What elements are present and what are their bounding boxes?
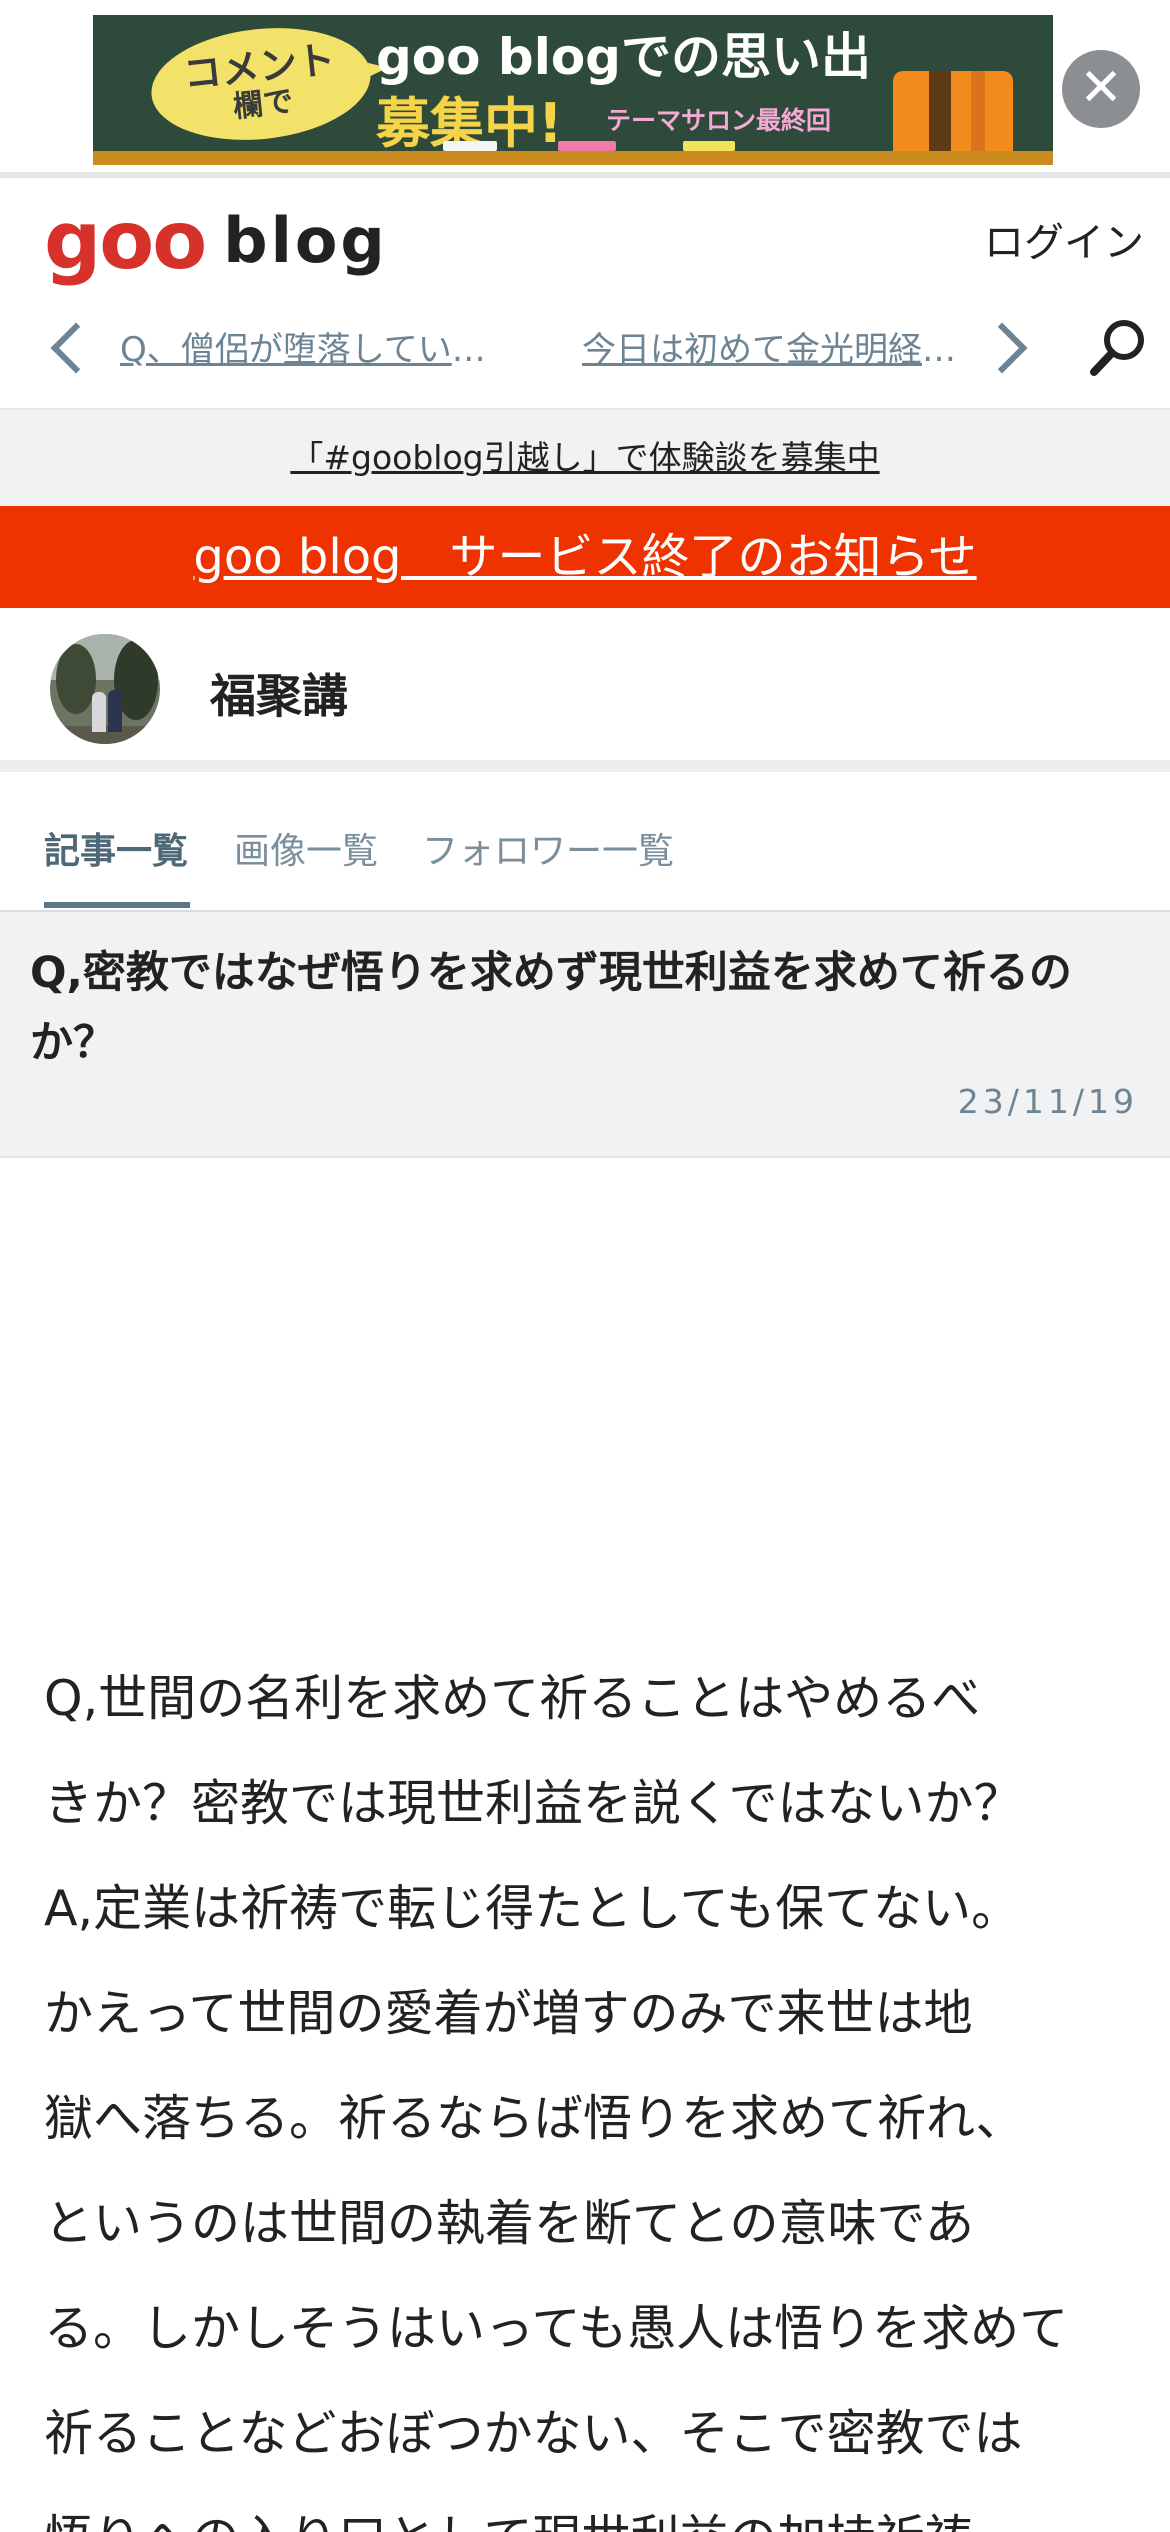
service-end-notice: goo blog サービス終了のお知らせ	[0, 506, 1170, 608]
article-title: Q,密教ではなぜ悟りを求めず現世利益を求めて祈るのか？	[30, 948, 1072, 1068]
blog-profile: 福聚講	[0, 608, 1170, 772]
active-tab-indicator	[44, 902, 190, 908]
chevron-right-icon[interactable]	[976, 322, 1028, 374]
article-line: というのは世間の執着を断てとの意味であ	[44, 2195, 975, 2252]
service-end-notice-link[interactable]: goo blog サービス終了のお知らせ	[193, 529, 976, 585]
chevron-left-icon[interactable]	[50, 322, 102, 374]
article-body: Q,世間の名利を求めて祈ることはやめるべ きか？密教では現世利益を説くではないか…	[44, 1646, 1144, 2532]
login-link[interactable]: ログイン	[984, 210, 1144, 268]
chalk-tray	[93, 151, 1053, 165]
chalk-yellow	[683, 141, 735, 151]
article-line: Q,世間の名利を求めて祈ることはやめるべ	[44, 1670, 981, 1727]
campaign-notice-link[interactable]: 「#gooblog引越し」で体験談を募集中	[290, 438, 879, 477]
avatar[interactable]	[50, 634, 160, 744]
prev-post-link[interactable]: Q、僧侶が堕落しているのはなぜか？	[120, 322, 495, 371]
article-line: 獄へ落ちる。祈るならば悟りを求めて祈れ、	[44, 2090, 1025, 2147]
chalk-white	[443, 141, 497, 151]
ad-banner[interactable]: コメント 欄で goo blogでの思い出 募集中! テーマサロン最終回	[93, 15, 1053, 165]
article-line: きか？密教では現世利益を説くではないか？	[44, 1775, 1023, 1832]
article-header: Q,密教ではなぜ悟りを求めず現世利益を求めて祈るのか？ 23/11/19	[0, 912, 1170, 1158]
campaign-notice: 「#gooblog引越し」で体験談を募集中	[0, 410, 1170, 506]
article-line: る。しかしそうはいっても愚人は悟りを求めて	[44, 2300, 1069, 2357]
ad-close-button[interactable]: ✕	[1062, 50, 1140, 128]
blog-tabs: 記事一覧 画像一覧 フォロワー一覧	[0, 784, 1170, 912]
post-pager: Q、僧侶が堕落しているのはなぜか？ 今日は初めて金光明経を読みました	[0, 302, 1170, 398]
article-line: 祈ることなどおぼつかない、そこで密教では	[44, 2405, 1023, 2462]
goo-blog-logo[interactable]: goo blog	[44, 198, 388, 284]
logo-blog: blog	[223, 204, 388, 277]
article-date: 23/11/19	[957, 1082, 1138, 1121]
tab-followers[interactable]: フォロワー一覧	[422, 822, 674, 874]
next-post-link[interactable]: 今日は初めて金光明経を読みました	[582, 322, 957, 371]
ad-area: コメント 欄で goo blogでの思い出 募集中! テーマサロン最終回 ✕	[0, 0, 1170, 178]
site-header: goo blog ログイン Q、僧侶が堕落しているのはなぜか？ 今日は初めて金光…	[0, 184, 1170, 410]
ad-bubble-line2: 欄で	[231, 83, 295, 125]
logo-goo: goo	[44, 194, 207, 287]
tab-articles[interactable]: 記事一覧	[44, 822, 188, 874]
ad-speech-bubble: コメント 欄で	[145, 17, 377, 151]
article-line: かえって世間の愛着が増すのみで来世は地	[44, 1985, 973, 2042]
chalk-pink	[558, 141, 616, 151]
search-icon[interactable]	[1088, 316, 1150, 378]
ad-tag: テーマサロン最終回	[606, 106, 832, 135]
article-line: A,定業は祈祷で転じ得たとしても保てない。	[44, 1880, 1021, 1937]
article-line: 悟りへの入り口として現世利益の加持祈祷	[44, 2486, 1144, 2532]
blog-name[interactable]: 福聚講	[210, 660, 348, 726]
tab-images[interactable]: 画像一覧	[234, 822, 378, 874]
ad-placeholder	[0, 1158, 1170, 1588]
